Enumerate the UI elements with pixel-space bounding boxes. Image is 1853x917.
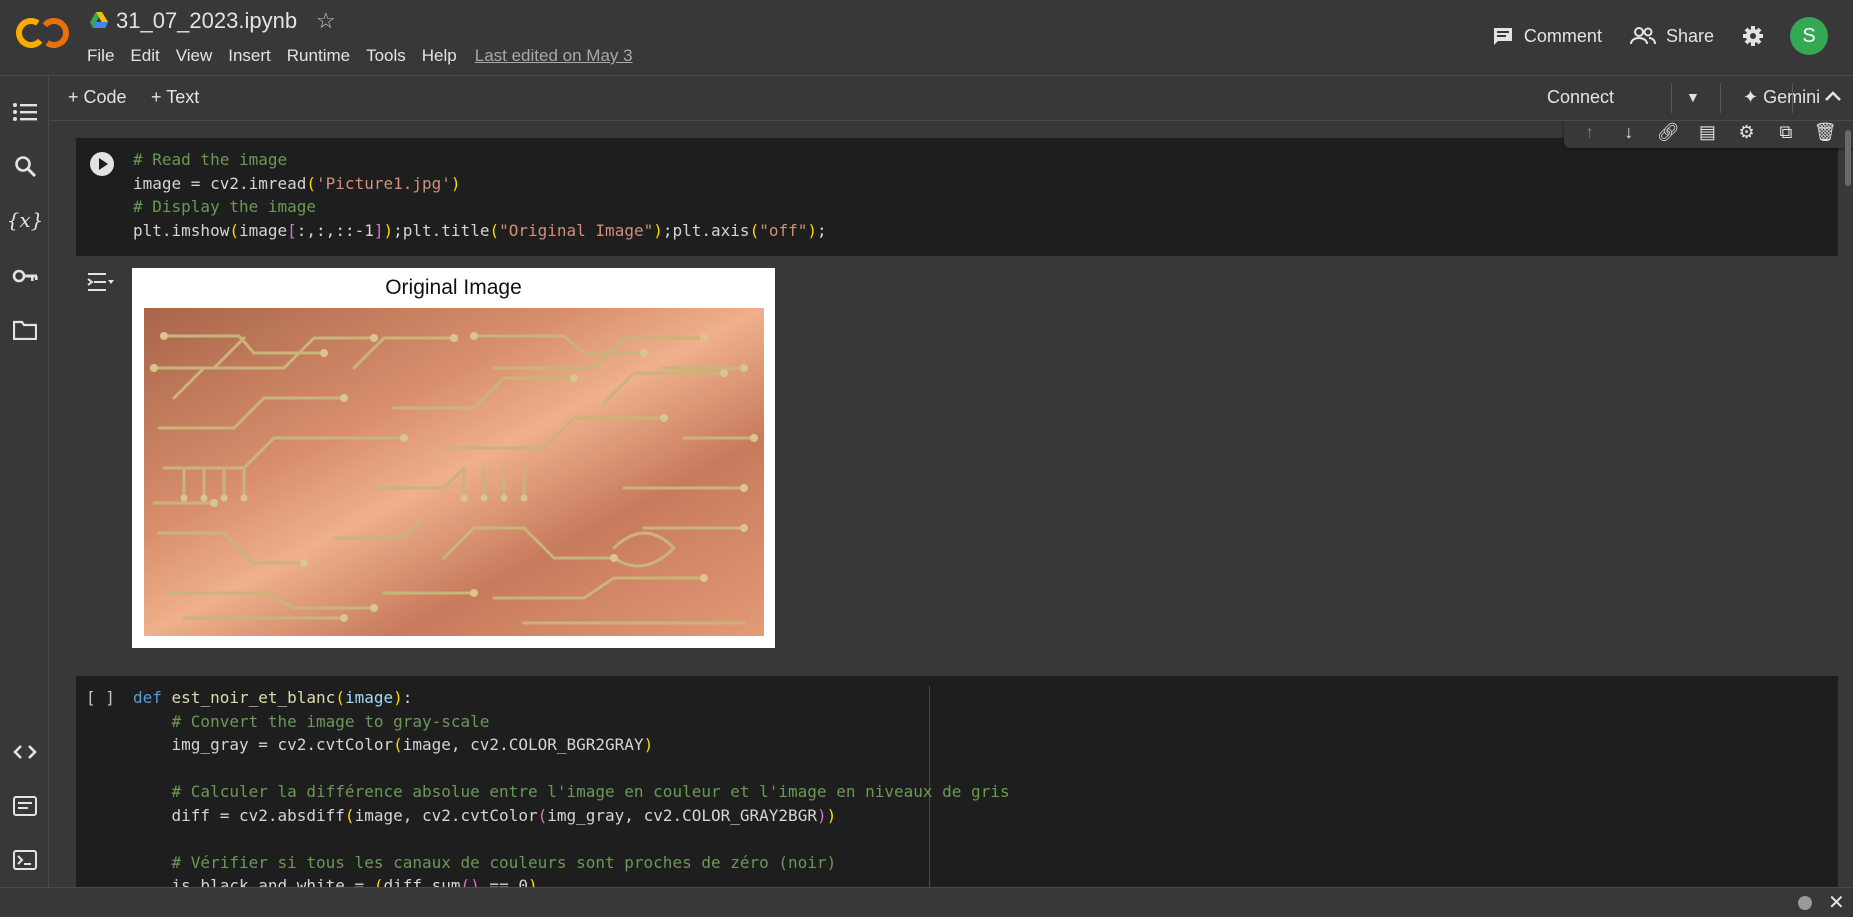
menu-insert[interactable]: Insert <box>228 46 271 66</box>
folder-icon[interactable] <box>12 317 38 343</box>
code-editor[interactable]: def est_noir_et_blanc(image): # Convert … <box>133 686 1010 887</box>
mirror-cell-icon[interactable]: ⧉ <box>1774 122 1798 143</box>
code-cell[interactable]: [ ] def est_noir_et_blanc(image): # Conv… <box>76 676 1838 887</box>
menu-runtime[interactable]: Runtime <box>287 46 350 66</box>
execution-count[interactable]: [ ] <box>86 688 115 707</box>
toolbar-divider <box>1792 83 1793 113</box>
output-actions-icon[interactable] <box>86 270 114 294</box>
chevron-down-icon[interactable]: ▼ <box>1686 89 1700 105</box>
cell-toolbar: ↑ ↓ 🔗︎ ▤ ⚙ ⧉ 🗑︎ ⋮ <box>1564 122 1853 148</box>
command-palette-icon[interactable] <box>12 793 38 819</box>
delete-icon[interactable]: 🗑︎ <box>1813 122 1837 143</box>
share-button[interactable]: Share <box>1629 25 1714 47</box>
share-label: Share <box>1665 25 1714 46</box>
add-text-button[interactable]: + Text <box>151 87 199 108</box>
code-line: def est_noir_et_blanc(image): <box>133 688 413 707</box>
code-line: # Display the image <box>133 197 317 216</box>
header-actions: Comment Share S <box>1492 16 1853 56</box>
google-drive-icon <box>90 12 108 28</box>
code-line: # Read the image <box>133 150 288 169</box>
menu-edit[interactable]: Edit <box>130 46 159 66</box>
collapse-header-icon[interactable] <box>1824 85 1842 108</box>
code-cell[interactable]: # Read the image image = cv2.imread('Pict… <box>76 138 1838 256</box>
search-icon[interactable] <box>12 153 38 179</box>
left-sidebar: {x} <box>0 77 49 917</box>
gear-icon <box>1743 26 1763 46</box>
code-line: # Convert the image to gray-scale <box>133 711 490 731</box>
code-snippets-icon[interactable] <box>12 739 38 765</box>
menu-tools[interactable]: Tools <box>366 46 406 66</box>
settings-button[interactable] <box>1742 25 1764 47</box>
variables-icon[interactable]: {x} <box>7 207 44 233</box>
move-up-icon[interactable]: ↑ <box>1578 122 1602 143</box>
comment-button[interactable]: Comment <box>1492 26 1602 47</box>
code-line: is_black_and_white = (diff.sum() == 0) <box>133 876 538 887</box>
menu-file[interactable]: File <box>87 46 114 66</box>
toolbar-divider <box>1671 83 1672 113</box>
run-cell-button[interactable] <box>90 152 114 176</box>
table-of-contents-icon[interactable] <box>12 99 38 125</box>
terminal-icon[interactable] <box>12 847 38 873</box>
menu-help[interactable]: Help <box>422 46 457 66</box>
runtime-status-icon[interactable] <box>1798 896 1812 910</box>
key-icon[interactable] <box>12 263 38 289</box>
gemini-button[interactable]: ✦ Gemini <box>1743 87 1820 108</box>
toolbar-divider <box>1720 83 1721 113</box>
people-icon <box>1629 27 1656 45</box>
close-icon[interactable]: ✕ <box>1828 890 1845 915</box>
sparkle-icon: ✦ <box>1743 87 1759 107</box>
notebook-title[interactable]: 31_07_2023.ipynb <box>116 8 297 34</box>
vertical-scrollbar[interactable] <box>1843 122 1853 887</box>
connect-button[interactable]: Connect <box>1547 87 1614 108</box>
comment-icon[interactable]: ▤ <box>1695 122 1719 143</box>
circuit-board-image <box>144 308 764 636</box>
code-line: # Vérifier si tous les canaux de couleur… <box>133 852 837 872</box>
scrollbar-thumb[interactable] <box>1845 130 1851 186</box>
code-line: # Calculer la différence absolue entre l… <box>133 782 1010 801</box>
code-line: img_gray = cv2.cvtColor(image, cv2.COLOR… <box>133 735 654 754</box>
notebook-toolbar: + Code + Text Connect ▼ ✦ Gemini <box>50 77 1853 121</box>
code-line: diff = cv2.absdiff(image, cv2.cvtColor(i… <box>133 805 837 825</box>
comment-icon <box>1493 28 1512 45</box>
status-bar: ✕ <box>0 887 1853 917</box>
notebook-body: # Read the image image = cv2.imread('Pict… <box>50 122 1853 887</box>
move-down-icon[interactable]: ↓ <box>1617 122 1641 143</box>
code-line: image = cv2.imread('Picture1.jpg') <box>133 173 461 193</box>
last-edited-link[interactable]: Last edited on May 3 <box>475 46 633 66</box>
code-line: plt.imshow(image[:,:,::-1]);plt.title("O… <box>133 220 827 240</box>
app-header: 31_07_2023.ipynb ☆ File Edit View Insert… <box>0 0 1853 76</box>
code-editor[interactable]: # Read the image image = cv2.imread('Pict… <box>133 148 827 242</box>
gear-icon[interactable]: ⚙ <box>1735 122 1759 143</box>
comment-label: Comment <box>1523 25 1602 46</box>
star-icon[interactable]: ☆ <box>316 8 336 34</box>
link-icon[interactable]: 🔗︎ <box>1656 122 1680 143</box>
user-avatar[interactable]: S <box>1790 17 1828 55</box>
figure-title: Original Image <box>385 276 522 299</box>
menu-view[interactable]: View <box>176 46 213 66</box>
add-code-button[interactable]: + Code <box>68 87 127 108</box>
colab-logo[interactable] <box>16 16 70 50</box>
output-figure: Original Image <box>132 268 775 648</box>
menu-bar: File Edit View Insert Runtime Tools Help… <box>87 46 649 66</box>
